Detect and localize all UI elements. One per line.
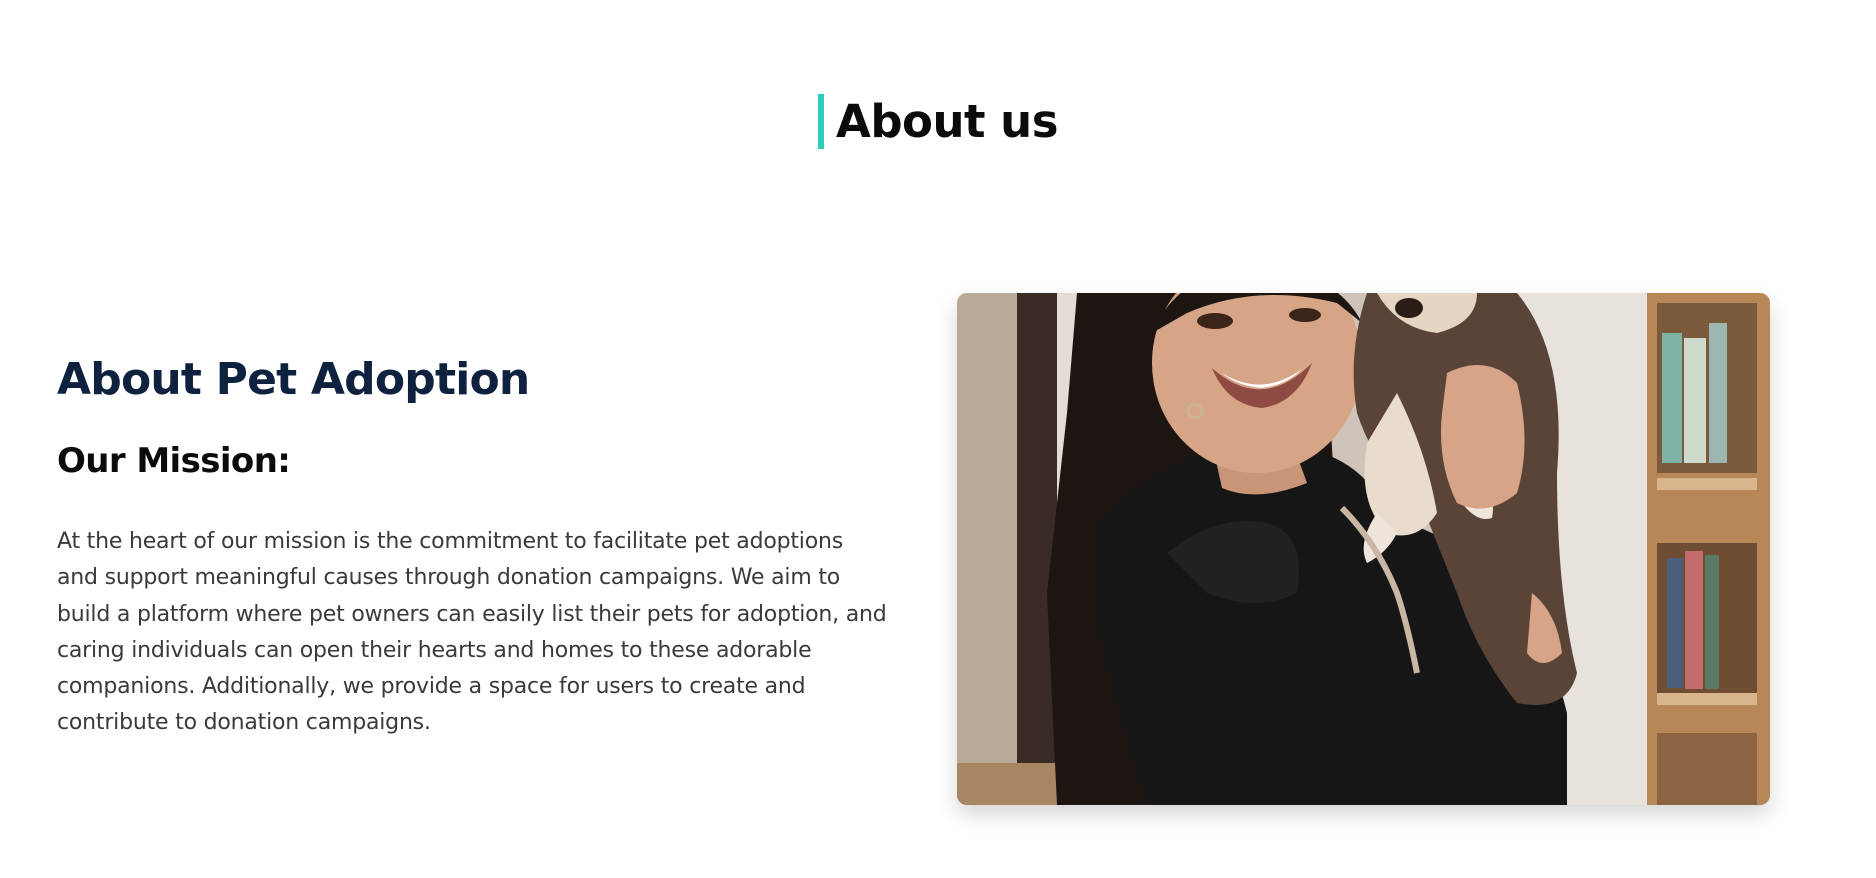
section-heading: About us (0, 94, 1876, 149)
about-text-column: About Pet Adoption Our Mission: At the h… (57, 350, 887, 742)
woman-holding-dog-photo (957, 293, 1770, 805)
photo-illustration (957, 293, 1770, 805)
about-page: About us About Pet Adoption Our Mission:… (0, 0, 1876, 878)
about-title: About Pet Adoption (57, 354, 530, 405)
heading-accent-bar (818, 94, 824, 149)
mission-paragraph: At the heart of our mission is the commi… (57, 529, 887, 736)
mission-heading: Our Mission: (57, 441, 291, 481)
section-title: About us (836, 95, 1059, 148)
